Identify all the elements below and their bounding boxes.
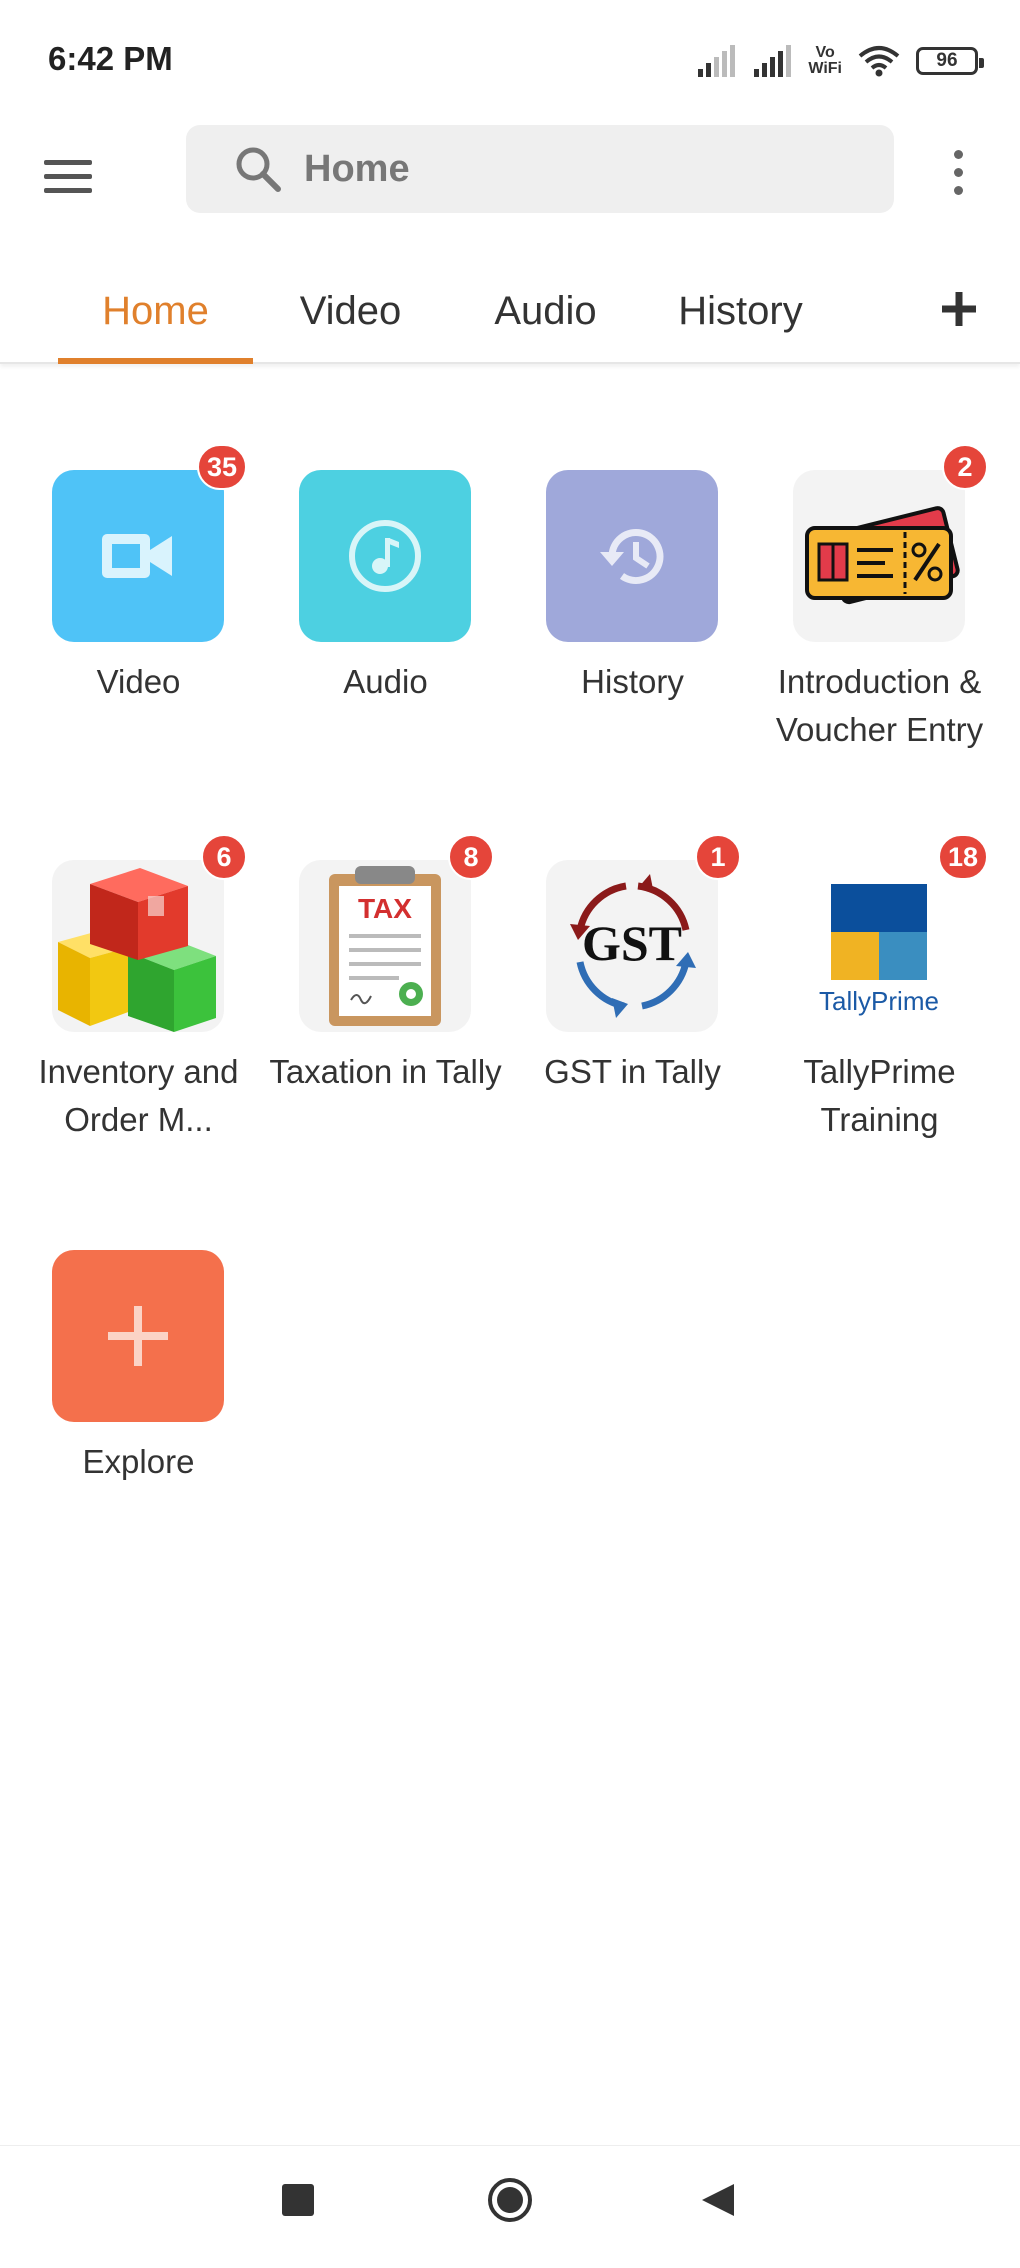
back-icon[interactable] — [700, 2182, 736, 2218]
signal-strength-icon — [754, 45, 792, 77]
search-placeholder: Home — [304, 147, 410, 190]
wifi-icon — [858, 46, 900, 77]
plus-icon — [108, 1306, 168, 1366]
music-note-icon — [349, 520, 421, 592]
menu-icon-line — [44, 159, 92, 165]
grid-item-label: Video — [96, 663, 181, 700]
inventory-tile — [52, 860, 224, 1032]
menu-icon-line — [44, 173, 92, 179]
grid-item-label: History — [581, 663, 684, 700]
inventory-boxes-icon — [58, 868, 216, 1032]
notification-badge: 6 — [201, 834, 247, 880]
gst-logo-text: GST — [582, 915, 682, 971]
tab-bar: Home Video Audio History — [0, 260, 1020, 364]
recent-apps-icon[interactable] — [280, 2182, 316, 2218]
grid-item-taxation[interactable]: TAX 8 Taxation in Tally — [262, 830, 509, 1150]
grid-item-tallyprime-training[interactable]: TallyPrime 18 TallyPrime Training — [756, 830, 1003, 1150]
system-navigation-bar — [0, 2145, 1020, 2268]
voucher-tile — [793, 470, 965, 642]
tab-audio[interactable]: Audio — [448, 260, 643, 362]
gst-cycle-icon: GST — [570, 874, 696, 1018]
notification-badge: 1 — [695, 834, 741, 880]
taxation-tile: TAX — [299, 860, 471, 1032]
video-camera-icon — [102, 534, 172, 578]
grid-item-inventory-order[interactable]: 6 Inventory and Order M... — [15, 830, 262, 1150]
tab-history[interactable]: History — [643, 260, 838, 362]
grid-item-gst[interactable]: GST 1 GST in Tally — [509, 830, 756, 1150]
more-dot-icon — [953, 149, 963, 159]
svg-text:TAX: TAX — [358, 893, 412, 924]
gst-tile: GST — [546, 860, 718, 1032]
menu-icon-line — [44, 187, 92, 193]
menu-button[interactable] — [44, 148, 100, 204]
grid-item-label: Audio — [343, 663, 428, 700]
add-tab-icon[interactable] — [936, 286, 982, 332]
history-clock-icon — [600, 529, 664, 584]
grid-item-label: Inventory and Order M... — [38, 1053, 239, 1138]
tallyprime-tile: TallyPrime — [793, 860, 965, 1032]
signal-strength-icon — [698, 45, 736, 77]
grid-item-label: Introduction & Voucher Entry — [775, 663, 984, 748]
notification-badge: 35 — [197, 444, 248, 490]
home-icon[interactable] — [486, 2176, 534, 2224]
app-bar: Home — [0, 120, 1020, 260]
more-dot-icon — [953, 167, 963, 177]
grid-item-audio[interactable]: Audio — [262, 440, 509, 740]
grid-item-history[interactable]: History — [509, 440, 756, 740]
notification-badge: 2 — [942, 444, 988, 490]
explore-tile — [52, 1250, 224, 1422]
notification-badge: 18 — [938, 834, 989, 880]
history-tile — [546, 470, 718, 642]
grid-item-introduction-voucher-entry[interactable]: 2 Introduction & Voucher Entry — [756, 440, 1003, 760]
grid-item-label: Explore — [82, 1443, 195, 1480]
audio-tile — [299, 470, 471, 642]
search-icon — [236, 147, 281, 192]
status-time: 6:42 PM — [48, 40, 173, 77]
status-icons: Vo WiFi 96 — [696, 40, 984, 82]
tallyprime-logo-text: TallyPrime — [819, 986, 939, 1016]
more-options-button[interactable] — [938, 144, 978, 200]
vowifi-indicator: Vo WiFi — [808, 44, 842, 77]
battery-indicator: 96 — [916, 47, 984, 75]
grid-item-label: GST in Tally — [544, 1053, 721, 1090]
status-bar: 6:42 PM Vo WiFi 96 — [0, 0, 1020, 120]
tax-clipboard-icon: TAX — [329, 866, 441, 1026]
grid-item-explore[interactable]: Explore — [15, 1220, 262, 1520]
voucher-ticket-icon — [805, 506, 960, 605]
grid-item-label: TallyPrime Training — [803, 1053, 956, 1138]
grid-item-video[interactable]: 35 Video — [15, 440, 262, 740]
notification-badge: 8 — [448, 834, 494, 880]
tallyprime-logo-icon: TallyPrime — [819, 884, 939, 1016]
tab-home[interactable]: Home — [58, 260, 253, 364]
video-tile — [52, 470, 224, 642]
more-dot-icon — [953, 185, 963, 195]
tab-video[interactable]: Video — [253, 260, 448, 362]
search-input[interactable]: Home — [186, 125, 894, 213]
grid-item-label: Taxation in Tally — [269, 1053, 502, 1090]
